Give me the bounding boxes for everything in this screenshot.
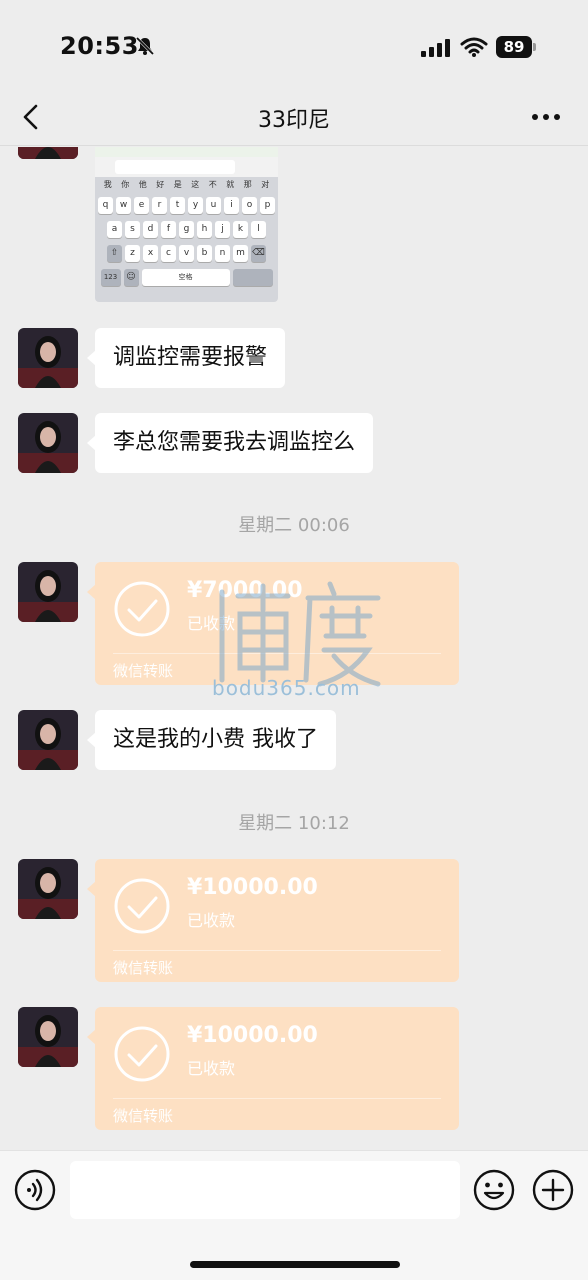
status-time: 20:53 <box>60 32 139 60</box>
numbers-key: 123 <box>100 269 121 286</box>
candidate: 是 <box>173 180 182 189</box>
image-candidate-row: 我 你 他 好 是 这 不 就 那 对 <box>95 179 278 195</box>
contact-avatar[interactable] <box>18 1007 78 1067</box>
space-key: 空格 <box>141 269 230 286</box>
transfer-status: 已收款 <box>187 911 236 930</box>
key: d <box>143 221 158 238</box>
input-bar <box>0 1150 588 1280</box>
transfer-card[interactable]: ¥10000.00 已收款 微信转账 <box>87 1007 459 1130</box>
contact-avatar[interactable] <box>18 859 78 919</box>
key: c <box>161 245 176 262</box>
key: t <box>170 197 185 214</box>
bell-muted-icon <box>135 36 155 56</box>
status-bar: 20:53 89 <box>0 0 588 90</box>
transfer-footer: 微信转账 <box>113 1107 174 1125</box>
key: x <box>143 245 158 262</box>
key: v <box>179 245 194 262</box>
key: p <box>260 197 275 214</box>
key: h <box>197 221 212 238</box>
key: i <box>224 197 239 214</box>
contact-avatar[interactable] <box>18 413 78 473</box>
battery-level: 89 <box>496 36 532 58</box>
key: w <box>116 197 131 214</box>
key: y <box>188 197 203 214</box>
chat-header: 33印尼 <box>0 90 588 146</box>
candidate: 好 <box>156 180 165 189</box>
candidate: 我 <box>103 180 112 189</box>
battery-tip <box>533 43 536 51</box>
check-circle-icon <box>114 878 170 934</box>
image-key-row-1: q w e r t y u i o p <box>95 197 278 215</box>
key: n <box>215 245 230 262</box>
image-input-field <box>115 160 235 174</box>
candidate: 对 <box>261 180 270 189</box>
image-key-row-2: a s d f g h j k l <box>95 221 278 239</box>
key: l <box>251 221 266 238</box>
key: s <box>125 221 140 238</box>
check-circle-icon <box>114 581 170 637</box>
key: z <box>125 245 140 262</box>
timestamp: 星期二 10:12 <box>238 813 350 834</box>
candidate: 不 <box>208 180 217 189</box>
transfer-status: 已收款 <box>187 1059 236 1078</box>
candidate: 这 <box>191 180 200 189</box>
more-options-icon[interactable] <box>528 102 564 132</box>
chat-title: 33印尼 <box>258 108 330 133</box>
watermark-text: bodu365.com <box>212 676 361 700</box>
return-key <box>232 269 273 286</box>
key: g <box>179 221 194 238</box>
check-circle-icon <box>114 1026 170 1082</box>
key: o <box>242 197 257 214</box>
emoji-icon[interactable] <box>473 1169 515 1211</box>
keyboard-screenshot-image[interactable]: 我 你 他 好 是 这 不 就 那 对 q w e r t y u i o p … <box>95 147 278 302</box>
wifi-icon <box>460 37 488 57</box>
home-indicator[interactable] <box>190 1261 400 1268</box>
contact-avatar[interactable] <box>18 147 78 159</box>
key: a <box>107 221 122 238</box>
message-bubble[interactable]: 这是我的小费 我收了 <box>87 710 336 770</box>
cellular-signal-icon <box>421 39 450 57</box>
contact-avatar[interactable] <box>18 328 78 388</box>
image-key-row-3: ⇧ z x c v b n m ⌫ <box>95 245 278 263</box>
image-top-strip <box>95 147 278 157</box>
transfer-divider <box>113 950 441 951</box>
delete-key: ⌫ <box>251 245 266 262</box>
candidate: 就 <box>226 180 235 189</box>
message-bubble[interactable]: 李总您需要我去调监控么 <box>86 413 374 473</box>
transfer-footer: 微信转账 <box>113 959 174 977</box>
key: q <box>98 197 113 214</box>
timestamp: 星期二 00:06 <box>238 515 350 536</box>
emoji-key: ☺ <box>123 269 139 286</box>
key: e <box>134 197 149 214</box>
key: b <box>197 245 212 262</box>
key: k <box>233 221 248 238</box>
transfer-footer: 微信转账 <box>113 662 174 680</box>
contact-avatar[interactable] <box>18 710 78 770</box>
message-bubble[interactable]: 调监控需要报警 <box>86 328 286 388</box>
candidate: 他 <box>138 180 147 189</box>
transfer-divider <box>113 1098 441 1099</box>
candidate: 你 <box>121 180 130 189</box>
transfer-amount: ¥10000.00 <box>187 1023 318 1048</box>
key: f <box>161 221 176 238</box>
key: m <box>233 245 248 262</box>
image-key-row-4: 123 ☺ 空格 <box>95 269 278 287</box>
transfer-card[interactable]: ¥10000.00 已收款 微信转账 <box>87 859 459 982</box>
battery-indicator: 89 <box>496 36 536 58</box>
key: u <box>206 197 221 214</box>
candidate: 那 <box>243 180 252 189</box>
message-input[interactable] <box>70 1161 460 1219</box>
key: j <box>215 221 230 238</box>
voice-input-icon[interactable] <box>14 1169 56 1211</box>
shift-key: ⇧ <box>107 245 122 262</box>
plus-icon[interactable] <box>532 1169 574 1211</box>
transfer-amount: ¥10000.00 <box>187 875 318 900</box>
contact-avatar[interactable] <box>18 562 78 622</box>
key: r <box>152 197 167 214</box>
